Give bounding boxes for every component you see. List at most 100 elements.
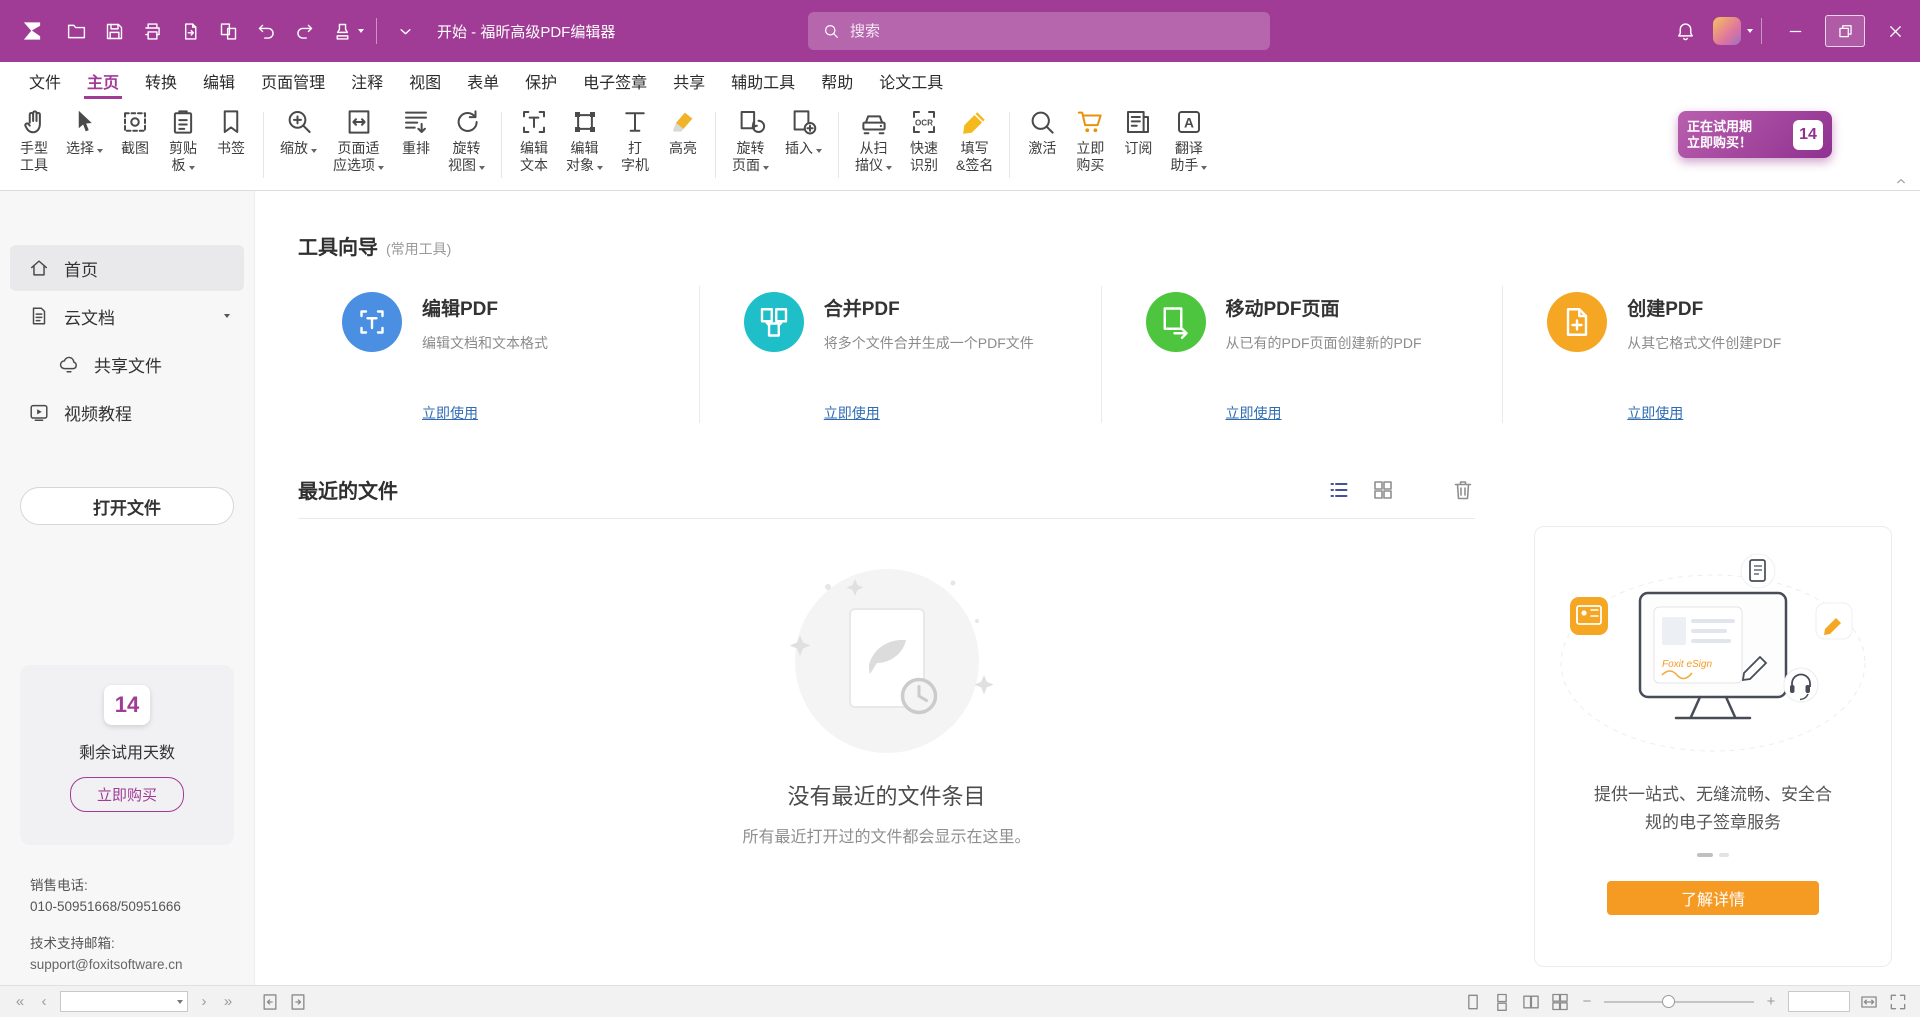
list-view-icon[interactable]: [1327, 478, 1351, 502]
grid-view-icon[interactable]: [1371, 478, 1395, 502]
page-dropdown-caret-icon[interactable]: [177, 1000, 183, 1004]
ribbon-tool[interactable]: 激活: [1018, 104, 1066, 157]
ribbon-tool[interactable]: 填写 &签名: [948, 104, 1001, 174]
print-icon[interactable]: [134, 12, 170, 50]
continuous-facing-view-icon[interactable]: [1550, 992, 1570, 1012]
menu-item[interactable]: 主页: [74, 62, 132, 99]
fullscreen-icon[interactable]: [1888, 992, 1908, 1012]
carousel-dot[interactable]: [1719, 853, 1729, 857]
page-number-input[interactable]: [61, 992, 177, 1011]
ribbon-tool[interactable]: 剪贴 板: [159, 104, 207, 174]
facing-view-icon[interactable]: [1521, 992, 1541, 1012]
ribbon-tool[interactable]: OCR 快速 识别: [900, 104, 948, 174]
export-pdf-icon[interactable]: [172, 12, 208, 50]
foxit-pdf-editor-window: 开始 - 福昕高级PDF编辑器 文件 主页 转换 编辑 页面管理 注释: [0, 0, 1920, 1017]
convert-icon[interactable]: [210, 12, 246, 50]
zoom-in-icon[interactable]: +: [1763, 993, 1779, 1010]
customize-toolbar-chevron-icon[interactable]: [387, 12, 423, 50]
open-folder-icon[interactable]: [58, 12, 94, 50]
user-avatar[interactable]: [1713, 17, 1741, 45]
ribbon-tool[interactable]: 手型 工具: [10, 104, 58, 174]
learn-more-button[interactable]: 了解详情: [1607, 881, 1819, 915]
sidebar-item[interactable]: 云文档: [10, 293, 244, 339]
carousel-dot-active[interactable]: [1697, 853, 1713, 857]
zoom-slider-thumb[interactable]: [1662, 995, 1675, 1008]
save-icon[interactable]: [96, 12, 132, 50]
ribbon-tool[interactable]: 旋转 视图: [440, 104, 493, 174]
ribbon-tool[interactable]: 缩放: [272, 104, 325, 157]
continuous-view-icon[interactable]: [1492, 992, 1512, 1012]
ribbon-tool[interactable]: 插入: [777, 104, 830, 157]
restore-button[interactable]: [1820, 0, 1870, 62]
next-view-icon[interactable]: [288, 992, 308, 1012]
menu-item[interactable]: 注释: [338, 62, 396, 99]
account-dropdown-caret-icon[interactable]: [1747, 29, 1753, 33]
notifications-bell-icon[interactable]: [1667, 12, 1703, 50]
menu-item[interactable]: 论文工具: [866, 62, 956, 99]
clear-recent-trash-icon[interactable]: [1451, 478, 1475, 502]
ribbon-tool[interactable]: 订阅: [1114, 104, 1162, 157]
menu-item[interactable]: 页面管理: [248, 62, 338, 99]
use-now-link[interactable]: 立即使用: [1226, 403, 1282, 423]
close-button[interactable]: [1870, 0, 1920, 62]
ribbon-tool[interactable]: 立即 购买: [1066, 104, 1114, 174]
tool-card[interactable]: 编辑PDF 编辑文档和文本格式 立即使用: [298, 286, 699, 423]
zoom-percentage-box[interactable]: [1788, 991, 1850, 1012]
ribbon-tool[interactable]: 选择: [58, 104, 111, 157]
esign-dropdown-caret-icon[interactable]: [358, 29, 364, 33]
sidebar-item[interactable]: 视频教程: [10, 389, 244, 435]
ribbon-collapse-chevron-icon[interactable]: [1892, 173, 1910, 189]
ribbon-tool[interactable]: 页面适 应选项: [325, 104, 392, 174]
first-page-icon[interactable]: «: [12, 993, 28, 1010]
buy-now-button[interactable]: 立即购买: [70, 777, 184, 812]
menu-item[interactable]: 电子签章: [570, 62, 660, 99]
menu-item[interactable]: 文件: [16, 62, 74, 99]
tool-card[interactable]: 创建PDF 从其它格式文件创建PDF 立即使用: [1502, 286, 1904, 423]
redo-icon[interactable]: [286, 12, 322, 50]
dropdown-caret-icon[interactable]: [224, 314, 230, 318]
zoom-slider[interactable]: [1604, 992, 1754, 1012]
menu-item[interactable]: 编辑: [190, 62, 248, 99]
next-page-icon[interactable]: ›: [196, 993, 212, 1010]
sidebar-item[interactable]: 共享文件: [10, 341, 244, 387]
menu-item[interactable]: 转换: [132, 62, 190, 99]
ribbon-tool[interactable]: 编辑 对象: [558, 104, 611, 174]
page-number-box[interactable]: [60, 991, 188, 1012]
ribbon-tool[interactable]: 截图: [111, 104, 159, 157]
tool-card[interactable]: 合并PDF 将多个文件合并生成一个PDF文件 立即使用: [699, 286, 1101, 423]
menu-item[interactable]: 保护: [512, 62, 570, 99]
ribbon-tool[interactable]: 重排: [392, 104, 440, 157]
ribbon-tool[interactable]: A 翻译 助手: [1162, 104, 1215, 174]
search-input[interactable]: [850, 23, 1256, 40]
fit-width-icon[interactable]: [1859, 992, 1879, 1012]
ribbon-tool[interactable]: 高亮: [659, 104, 707, 157]
minimize-button[interactable]: [1770, 0, 1820, 62]
previous-view-icon[interactable]: [260, 992, 280, 1012]
undo-icon[interactable]: [248, 12, 284, 50]
open-file-button[interactable]: 打开文件: [20, 487, 234, 525]
trial-banner[interactable]: 正在试用期 立即购买！ 14: [1678, 111, 1832, 158]
ribbon-tool[interactable]: 打 字机: [611, 104, 659, 174]
ribbon-tool[interactable]: 书签: [207, 104, 255, 157]
tool-card[interactable]: 移动PDF页面 从已有的PDF页面创建新的PDF 立即使用: [1101, 286, 1503, 423]
foxit-logo-icon[interactable]: [12, 11, 52, 51]
menu-item[interactable]: 共享: [660, 62, 718, 99]
use-now-link[interactable]: 立即使用: [1627, 403, 1683, 423]
menu-item[interactable]: 帮助: [808, 62, 866, 99]
ribbon-tool[interactable]: 旋转 页面: [724, 104, 777, 174]
menu-item[interactable]: 视图: [396, 62, 454, 99]
esign-stamp-icon[interactable]: [324, 12, 360, 50]
last-page-icon[interactable]: »: [220, 993, 236, 1010]
ribbon-tool[interactable]: 编辑 文本: [510, 104, 558, 174]
use-now-link[interactable]: 立即使用: [824, 403, 880, 423]
previous-page-icon[interactable]: ‹: [36, 993, 52, 1010]
search-bar[interactable]: [808, 12, 1270, 50]
support-email-address[interactable]: support@foxitsoftware.cn: [30, 954, 238, 975]
use-now-link[interactable]: 立即使用: [422, 403, 478, 423]
menu-item[interactable]: 辅助工具: [718, 62, 808, 99]
sidebar-item[interactable]: 首页: [10, 245, 244, 291]
ribbon-tool[interactable]: 从扫 描仪: [847, 104, 900, 174]
single-page-view-icon[interactable]: [1463, 992, 1483, 1012]
menu-item[interactable]: 表单: [454, 62, 512, 99]
zoom-out-icon[interactable]: −: [1579, 993, 1595, 1010]
